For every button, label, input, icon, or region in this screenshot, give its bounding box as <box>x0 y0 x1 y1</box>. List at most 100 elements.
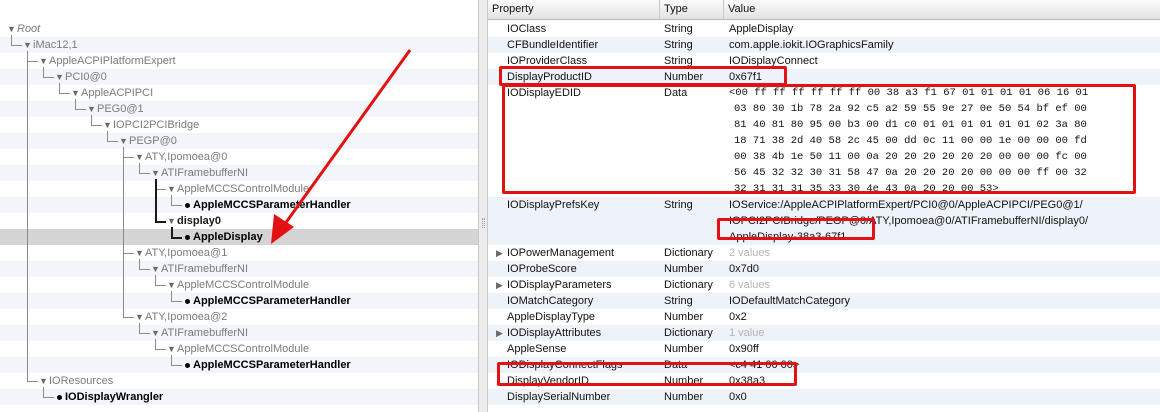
property-name-cell: CFBundleIdentifier <box>507 39 599 51</box>
annotation-box-prefs-key <box>717 218 875 240</box>
tree-row-handler0[interactable]: AppleMCCSParameterHandler <box>0 197 478 213</box>
tree-node-label: AppleMCCSParameterHandler <box>193 295 351 307</box>
tree-connector <box>155 349 166 350</box>
property-name-cell: IOClass <box>507 23 547 35</box>
tree-node-label: IOPCI2PCIBridge <box>113 119 200 131</box>
tree-node-label: ATIFramebufferNI <box>161 167 249 179</box>
tree-row-pegp[interactable]: ▼ PEGP@0 <box>0 133 478 149</box>
tree-row-imac[interactable]: ▼ iMac12,1 <box>0 37 478 53</box>
tree-row-appledisplay[interactable]: AppleDisplay <box>0 229 478 245</box>
property-value-cell: 0x2 <box>729 311 747 323</box>
tree-row-pci0[interactable]: ▼ PCI0@0 <box>0 69 478 85</box>
table-row[interactable]: AppleDisplayType Number 0x2 <box>488 309 1160 325</box>
tree-connector <box>171 195 172 205</box>
tree-connector <box>27 381 38 382</box>
tree-connector <box>27 51 28 381</box>
tree-row-aty0[interactable]: ▼ ATY,Ipomoea@0 <box>0 149 478 165</box>
tree-row-acpi-pci[interactable]: ▼ AppleACPIPCI <box>0 85 478 101</box>
tree-row-fb2[interactable]: ▼ ATIFramebufferNI <box>0 325 478 341</box>
tree-row-mccs0[interactable]: ▼ AppleMCCSControlModule <box>0 181 478 197</box>
tree-row-handler1[interactable]: AppleMCCSParameterHandler <box>0 293 478 309</box>
table-row[interactable]: DisplaySerialNumber Number 0x0 <box>488 389 1160 405</box>
tree-connector <box>91 115 92 125</box>
tree-row-fb0[interactable]: ▼ ATIFramebufferNI <box>0 165 478 181</box>
tree-connector <box>155 221 166 223</box>
table-row[interactable]: ▶ IODisplayAttributes Dictionary 1 value <box>488 325 1160 341</box>
tree-row-wrangler[interactable]: IODisplayWrangler <box>0 389 478 405</box>
annotation-box-vendor-id <box>497 362 797 386</box>
property-value-cell: 2 values <box>729 247 770 259</box>
tree-row-acpi-platform[interactable]: ▼ AppleACPIPlatformExpert <box>0 53 478 69</box>
table-row[interactable]: AppleSense Number 0x90ff <box>488 341 1160 357</box>
tree-connector <box>139 323 140 333</box>
property-value-cell: com.apple.iokit.IOGraphicsFamily <box>729 39 894 51</box>
tree-row-aty2[interactable]: ▼ ATY,Ipomoea@2 <box>0 309 478 325</box>
table-row[interactable]: IOProbeScore Number 0x7d0 <box>488 261 1160 277</box>
property-name-cell: AppleSense <box>507 343 567 355</box>
property-table[interactable]: Property Type Value IOClass String AppleDi… <box>488 0 1160 412</box>
property-type-cell: String <box>664 39 693 51</box>
tree-row-pci2pci[interactable]: ▼ IOPCI2PCIBridge <box>0 117 478 133</box>
property-name-cell: IODisplayPrefsKey <box>507 199 600 211</box>
tree-node-label: IOResources <box>49 375 114 387</box>
dot-icon <box>57 394 62 400</box>
tree-connector <box>107 141 118 142</box>
property-name-cell: DisplaySerialNumber <box>507 391 611 403</box>
dot-icon <box>185 202 190 208</box>
tree-connector <box>139 163 140 173</box>
registry-tree[interactable]: ▼ Root ▼ iMac12,1 ▼ AppleACPIPlatformExpert ▼ P… <box>0 0 478 412</box>
column-header-property[interactable]: Property <box>488 0 660 20</box>
pane-splitter[interactable] <box>478 0 488 412</box>
tree-node-label: AppleACPIPCI <box>81 87 154 99</box>
annotation-box-product-id <box>499 66 787 86</box>
tree-connector <box>155 275 156 285</box>
property-type-cell: Number <box>664 263 704 275</box>
tree-row-ioresources[interactable]: ▼ IOResources <box>0 373 478 389</box>
column-header-value[interactable]: Value <box>724 0 1160 20</box>
tree-row-root[interactable]: ▼ Root <box>0 21 478 37</box>
tree-connector <box>123 253 134 254</box>
property-value-cell: 1 value <box>729 327 765 339</box>
property-type-cell: Dictionary <box>664 247 713 259</box>
tree-node-label: IODisplayWrangler <box>65 391 164 403</box>
property-value-cell: 0x7d0 <box>729 263 759 275</box>
table-row[interactable]: CFBundleIdentifier String com.apple.iokit.… <box>488 37 1160 53</box>
tree-node-label: display0 <box>177 215 222 227</box>
tree-connector <box>171 227 173 237</box>
table-row[interactable]: ▶ IODisplayParameters Dictionary 6 values <box>488 277 1160 293</box>
tree-connector <box>171 237 182 239</box>
column-header-type[interactable]: Type <box>660 0 724 20</box>
tree-connector <box>75 99 76 109</box>
triangle-right-icon[interactable]: ▶ <box>496 325 503 341</box>
tree-row-aty1[interactable]: ▼ ATY,Ipomoea@1 <box>0 245 478 261</box>
tree-connector <box>75 109 86 110</box>
tree-node-label: ATIFramebufferNI <box>161 327 249 339</box>
tree-connector <box>107 131 108 141</box>
tree-connector <box>43 387 44 397</box>
property-type-cell: String <box>664 23 693 35</box>
table-row[interactable]: IOClass String AppleDisplay <box>488 21 1160 37</box>
property-value-cell: 0x0 <box>729 391 747 403</box>
tree-row-peg0[interactable]: ▼ PEG0@1 <box>0 101 478 117</box>
tree-node-label: PEGP@0 <box>129 135 177 147</box>
tree-node-label: AppleDisplay <box>193 231 263 243</box>
property-name-cell: IODisplayAttributes <box>507 327 602 339</box>
tree-node-label: ATY,Ipomoea@2 <box>145 311 228 323</box>
property-value-cell: IODefaultMatchCategory <box>729 295 851 307</box>
tree-row-mccs1[interactable]: ▼ AppleMCCSControlModule <box>0 277 478 293</box>
tree-connector <box>43 77 54 78</box>
triangle-right-icon[interactable]: ▶ <box>496 245 503 261</box>
annotation-box-edid <box>502 84 1136 194</box>
tree-connector <box>139 173 150 174</box>
table-row[interactable]: ▶ IOPowerManagement Dictionary 2 values <box>488 245 1160 261</box>
triangle-right-icon[interactable]: ▶ <box>496 277 503 293</box>
tree-row-fb1[interactable]: ▼ ATIFramebufferNI <box>0 261 478 277</box>
dot-icon <box>185 298 190 304</box>
table-row[interactable]: IOMatchCategory String IODefaultMatchCateg… <box>488 293 1160 309</box>
tree-row-display0[interactable]: ▼ display0 <box>0 213 478 229</box>
tree-row-handler2[interactable]: AppleMCCSParameterHandler <box>0 357 478 373</box>
tree-row-mccs2[interactable]: ▼ AppleMCCSControlModule <box>0 341 478 357</box>
property-name-cell: IODisplayParameters <box>507 279 612 291</box>
tree-node-label: iMac12,1 <box>33 39 78 51</box>
property-type-cell: Number <box>664 311 704 323</box>
